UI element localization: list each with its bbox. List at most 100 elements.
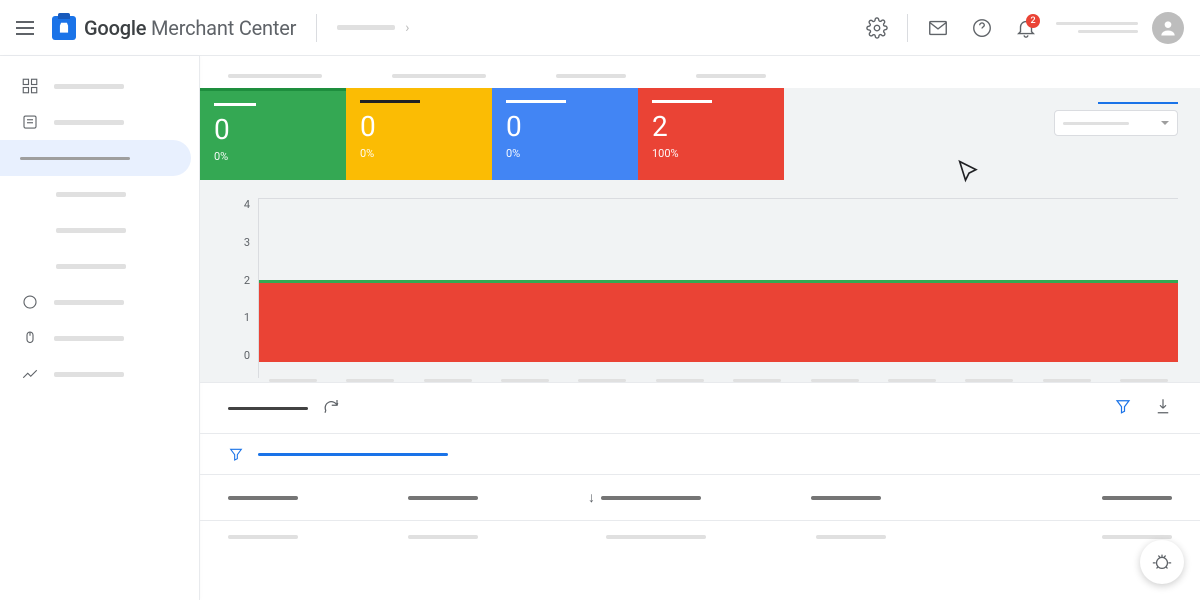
card-label-bar [652,100,712,103]
sidebar-item-label [54,336,124,341]
feedback-bug-button[interactable] [1140,540,1184,584]
metric-pct: 0% [360,147,478,160]
help-icon[interactable] [962,8,1002,48]
column-header[interactable] [1102,489,1172,506]
chart-container: 4 3 2 1 0 [200,180,1200,382]
chart-plot-area[interactable] [258,198,1178,378]
x-tick [501,379,549,382]
sidebar-item-label [56,192,126,197]
metric-value: 2 [652,113,770,141]
account-line [1078,30,1138,33]
sidebar-item-performance[interactable] [0,356,199,392]
x-tick [269,379,317,382]
destination-select[interactable] [1054,110,1178,136]
sidebar-item-label [54,300,124,305]
x-tick [1120,379,1168,382]
header-divider [316,14,317,42]
metric-cards: 0 0% 0 0% 0 0% 2 100% [200,88,1200,180]
metric-chart-controls [784,88,1200,180]
cell [228,535,298,539]
sort-down-icon: ↓ [588,489,595,506]
metric-value: 0 [360,113,478,141]
metric-card-disapproved[interactable]: 2 100% [638,88,784,180]
tab-item[interactable] [392,74,486,78]
x-tick [811,379,859,382]
y-tick: 3 [244,236,250,249]
sidebar-item-shipping[interactable] [0,320,199,356]
chart-y-axis: 4 3 2 1 0 [222,198,258,378]
tab-item[interactable] [556,74,626,78]
sidebar-item-label [56,228,126,233]
sidebar-item-feeds[interactable] [0,284,199,320]
table-title [228,407,308,410]
notifications-icon[interactable]: 2 [1006,8,1046,48]
filter-bar[interactable] [200,433,1200,475]
sidebar-item-sub-1[interactable] [0,176,199,212]
body: 0 0% 0 0% 0 0% 2 100% [0,56,1200,600]
chevron-right-icon: › [405,20,409,36]
account-line [1056,22,1138,25]
list-icon [20,112,40,132]
app-title-rest: Merchant Center [146,16,296,40]
sidebar-item-sub-3[interactable] [0,248,199,284]
x-tick [1043,379,1091,382]
table-row[interactable] [200,520,1200,553]
metric-card-pending[interactable]: 0 0% [346,88,492,180]
tab-item[interactable] [696,74,766,78]
card-label-bar [506,100,566,103]
download-icon[interactable] [1154,397,1172,419]
merchant-center-logo-icon [52,16,76,40]
x-tick [656,379,704,382]
sidebar-item-label [54,84,124,89]
funnel-icon [228,446,244,462]
x-tick [888,379,936,382]
sidebar-item-label [54,372,124,377]
circle-icon [20,292,40,312]
sidebar [0,56,200,600]
y-tick: 1 [244,311,250,324]
cell [1102,535,1172,539]
sidebar-item-label [54,120,124,125]
metric-card-active[interactable]: 0 0% [200,88,346,180]
sidebar-item-diagnostics[interactable] [0,140,191,176]
app-title-google: Google [84,16,146,40]
account-switcher[interactable] [1056,22,1138,33]
menu-icon[interactable] [16,16,40,40]
refresh-icon[interactable] [322,397,340,419]
y-tick: 4 [244,198,250,211]
metric-value: 0 [214,116,332,144]
sidebar-item-label [56,264,126,269]
breadcrumb-item[interactable] [337,25,395,30]
column-header[interactable] [408,489,478,506]
column-header[interactable] [228,489,298,506]
breadcrumb[interactable]: › [337,20,409,36]
chart-x-axis [259,379,1178,382]
dashboard-icon [20,76,40,96]
app-header: Google Merchant Center › 2 [0,0,1200,56]
x-tick [346,379,394,382]
x-tick [424,379,472,382]
status-chart: 4 3 2 1 0 [222,198,1178,378]
table-column-headers: ↓ [200,475,1200,520]
table-actions [1114,397,1172,419]
tab-item[interactable] [228,74,322,78]
card-label-bar [214,103,256,106]
metric-pct: 100% [652,147,770,160]
y-tick: 0 [244,349,250,362]
sidebar-item-sub-2[interactable] [0,212,199,248]
select-value [1063,122,1129,125]
metric-card-expiring[interactable]: 0 0% [492,88,638,180]
mail-icon[interactable] [918,8,958,48]
filter-label [258,453,448,456]
x-tick [965,379,1013,382]
sidebar-item-overview[interactable] [0,68,199,104]
chart-tab-indicator [1098,102,1178,104]
settings-icon[interactable] [857,8,897,48]
table-toolbar [200,382,1200,433]
sidebar-item-products[interactable] [0,104,199,140]
header-actions: 2 [857,8,1184,48]
column-header-sorted[interactable]: ↓ [588,489,701,506]
user-avatar[interactable] [1152,12,1184,44]
column-header[interactable] [811,489,881,506]
filter-icon[interactable] [1114,397,1132,419]
